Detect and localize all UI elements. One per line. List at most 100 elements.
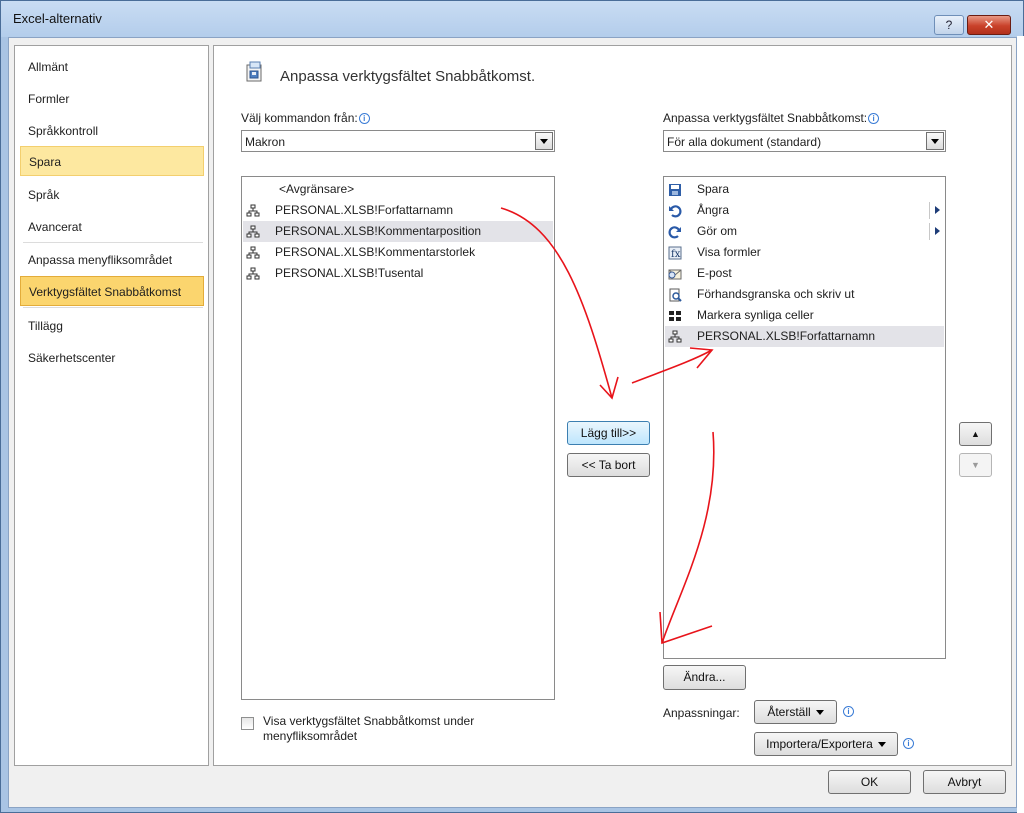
list-item-label: PERSONAL.XLSB!Forfattarnamn [275, 203, 454, 217]
arrow-up-icon: ▲ [971, 429, 980, 439]
split-divider [929, 223, 930, 240]
sidebar-item-sprakkontroll[interactable]: Språkkontroll [20, 116, 204, 146]
print-preview-icon [669, 288, 682, 302]
cancel-button[interactable]: Avbryt [923, 770, 1006, 794]
window-title: Excel-alternativ [13, 11, 102, 26]
show-below-ribbon-label: Visa verktygsfältet Snabbåtkomst under m… [263, 714, 474, 744]
macro-icon [246, 204, 260, 217]
background-sheet-edge [1017, 36, 1024, 813]
sidebar-item-snabbatkomst[interactable]: Verktygsfältet Snabbåtkomst [20, 276, 204, 306]
macro-icon [246, 246, 260, 259]
list-item-label: E-post [697, 266, 732, 280]
split-divider [929, 202, 930, 219]
sidebar-divider [23, 307, 203, 308]
sidebar-item-avancerat[interactable]: Avancerat [20, 212, 204, 242]
visible-cells-icon [669, 311, 681, 321]
macro-icon [246, 225, 260, 238]
options-dialog: Excel-alternativ ? ✕ Allmänt Formler Spr… [0, 0, 1024, 813]
list-item[interactable]: Markera synliga celler [665, 305, 944, 326]
chevron-down-icon[interactable] [926, 132, 944, 150]
customize-toolbar-text: Anpassa verktygsfältet Snabbåtkomst: [663, 111, 868, 125]
customize-toolbar-value: För alla dokument (standard) [667, 135, 822, 149]
list-item[interactable]: Förhandsgranska och skriv ut [665, 284, 944, 305]
list-item[interactable]: PERSONAL.XLSB!Tusental [243, 263, 553, 284]
save-icon [669, 184, 681, 196]
info-icon[interactable]: i [843, 706, 854, 717]
list-item[interactable]: PERSONAL.XLSB!Kommentarstorlek [243, 242, 553, 263]
list-item[interactable]: Gör om [665, 221, 944, 242]
list-item-label: Spara [697, 182, 730, 196]
remove-button[interactable]: << Ta bort [567, 453, 650, 477]
info-icon[interactable]: i [903, 738, 914, 749]
chevron-right-icon[interactable] [935, 206, 940, 214]
email-icon [668, 269, 682, 280]
customizations-label: Anpassningar: [663, 706, 740, 720]
list-item[interactable]: fx Visa formler [665, 242, 944, 263]
cancel-button-label: Avbryt [947, 775, 982, 789]
show-below-ribbon-checkbox[interactable] [241, 717, 254, 730]
main-panel: Anpassa verktygsfältet Snabbåtkomst. Väl… [213, 45, 1012, 766]
list-item[interactable]: PERSONAL.XLSB!Kommentarposition [243, 221, 553, 242]
svg-text:fx: fx [671, 249, 681, 260]
sidebar-item-anpassa-menyfliksomradet[interactable]: Anpassa menyfliksområdet [20, 245, 204, 275]
formula-icon: fx [668, 246, 682, 260]
chevron-down-icon[interactable] [535, 132, 553, 150]
choose-commands-value: Makron [245, 135, 286, 149]
title-bar[interactable]: Excel-alternativ ? ✕ [1, 1, 1023, 37]
list-item-label: <Avgränsare> [279, 182, 355, 196]
customize-toolbar-dropdown[interactable]: För alla dokument (standard) [663, 130, 946, 152]
macro-icon [246, 267, 260, 280]
list-item-label: PERSONAL.XLSB!Kommentarposition [275, 224, 482, 238]
add-button[interactable]: Lägg till>> [567, 421, 650, 445]
dialog-client: Allmänt Formler Språkkontroll Spara Språ… [8, 37, 1017, 808]
list-item-label: Förhandsgranska och skriv ut [697, 287, 855, 301]
chevron-down-icon [877, 742, 886, 747]
category-sidebar: Allmänt Formler Språkkontroll Spara Språ… [14, 45, 209, 766]
chevron-right-icon[interactable] [935, 227, 940, 235]
sidebar-item-spara[interactable]: Spara [20, 146, 204, 176]
modify-button[interactable]: Ändra... [663, 665, 746, 690]
choose-commands-text: Välj kommandon från: [241, 111, 358, 125]
sidebar-item-sakerhetscenter[interactable]: Säkerhetscenter [20, 343, 204, 373]
info-icon[interactable]: i [358, 113, 370, 124]
redo-icon [668, 226, 681, 239]
sidebar-item-allmant[interactable]: Allmänt [20, 52, 204, 82]
list-item-label: PERSONAL.XLSB!Kommentarstorlek [275, 245, 476, 259]
move-down-button[interactable]: ▼ [959, 453, 992, 477]
move-up-button[interactable]: ▲ [959, 422, 992, 446]
import-export-button[interactable]: Importera/Exportera [754, 732, 898, 756]
macro-icon [668, 330, 682, 343]
available-commands-list[interactable]: <Avgränsare> PERSONAL.XLSB!Forfattarnamn… [241, 176, 555, 700]
show-below-ribbon-text-1: Visa verktygsfältet Snabbåtkomst under [263, 714, 475, 728]
list-item-label: Markera synliga celler [697, 308, 814, 322]
info-icon[interactable]: i [868, 113, 880, 124]
ok-button[interactable]: OK [828, 770, 911, 794]
close-button[interactable]: ✕ [967, 15, 1011, 35]
reset-button-label: Återställ [767, 705, 811, 719]
reset-button[interactable]: Återställ [754, 700, 837, 724]
list-item[interactable]: Spara [665, 179, 944, 200]
undo-icon [669, 205, 682, 218]
import-export-button-label: Importera/Exportera [766, 737, 873, 751]
help-button[interactable]: ? [934, 15, 964, 35]
ok-button-label: OK [860, 775, 879, 789]
sidebar-item-sprak[interactable]: Språk [20, 180, 204, 210]
toolbar-commands-list[interactable]: Spara Ångra Gör om fx Visa formler E-pos… [663, 176, 946, 659]
list-item[interactable]: Ångra [665, 200, 944, 221]
page-title: Anpassa verktygsfältet Snabbåtkomst. [280, 68, 536, 85]
modify-button-label: Ändra... [683, 670, 726, 684]
sidebar-item-formler[interactable]: Formler [20, 84, 204, 114]
list-item[interactable]: <Avgränsare> [243, 179, 553, 200]
list-item[interactable]: PERSONAL.XLSB!Forfattarnamn [665, 326, 944, 347]
list-item[interactable]: E-post [665, 263, 944, 284]
chevron-down-icon [815, 710, 824, 715]
list-item-label: Visa formler [697, 245, 761, 259]
list-item-label: PERSONAL.XLSB!Tusental [275, 266, 424, 280]
quick-access-toolbar-icon [246, 61, 262, 82]
list-item[interactable]: PERSONAL.XLSB!Forfattarnamn [243, 200, 553, 221]
add-button-label: Lägg till>> [580, 426, 637, 440]
arrow-down-icon: ▼ [971, 460, 980, 470]
sidebar-item-tillagg[interactable]: Tillägg [20, 311, 204, 341]
choose-commands-dropdown[interactable]: Makron [241, 130, 555, 152]
remove-button-label: << Ta bort [581, 458, 636, 472]
